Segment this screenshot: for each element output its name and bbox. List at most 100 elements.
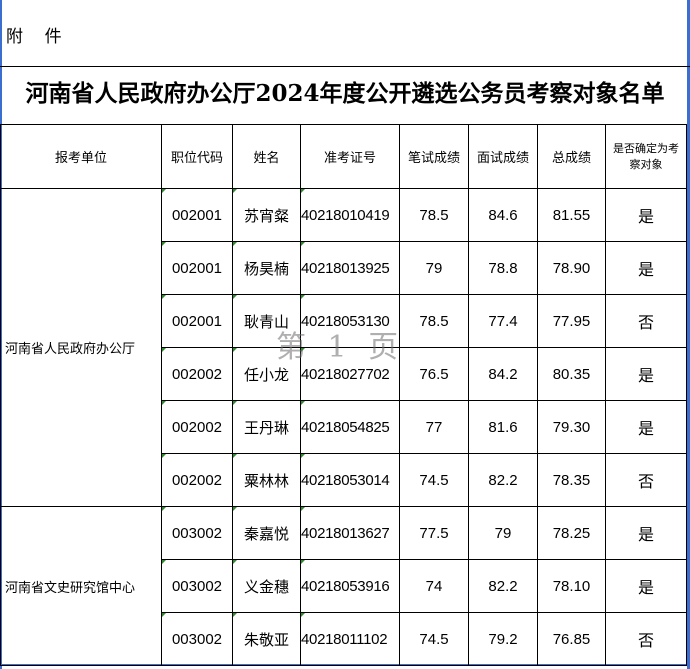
cell-selected: 是 [605, 400, 687, 454]
cell-selected: 否 [605, 453, 687, 507]
cell-name-text: 苏宵粲 [243, 206, 289, 225]
cell-ticket-text: 40218010419 [301, 206, 390, 224]
table-header-row: 报考单位 职位代码 姓名 准考证号 笔试成绩 面试成绩 总成绩 是否确定为考察对… [0, 124, 687, 189]
cell-marker-icon [301, 189, 305, 193]
cell-ticket: 40218013627 [300, 506, 400, 560]
cell-name: 朱敬亚 [232, 612, 301, 666]
cell-marker-icon [162, 295, 166, 299]
cell-marker-icon [233, 560, 237, 564]
cell-name-text: 任小龙 [243, 365, 289, 384]
cell-interview: 84.2 [468, 347, 538, 401]
cell-marker-icon [233, 507, 237, 511]
cell-position-code: 002001 [161, 188, 233, 242]
cell-interview: 82.2 [468, 559, 538, 613]
cell-total: 79.30 [537, 400, 606, 454]
cell-written: 74.5 [399, 612, 469, 666]
cell-name-text: 秦嘉悦 [243, 524, 289, 543]
cell-position-code-text: 002002 [171, 365, 223, 383]
cell-written: 74.5 [399, 453, 469, 507]
cell-position-code: 002002 [161, 453, 233, 507]
cell-marker-icon [301, 560, 305, 564]
cell-position-code: 002002 [161, 347, 233, 401]
cell-ticket-text: 40218053014 [301, 471, 390, 489]
cell-ticket: 40218013925 [300, 241, 400, 295]
cell-marker-icon [162, 189, 166, 193]
cell-position-code-text: 002001 [171, 206, 223, 224]
cell-position-code-text: 003002 [171, 630, 223, 648]
cell-name: 杨昊楠 [232, 241, 301, 295]
header-written: 笔试成绩 [399, 124, 469, 189]
cell-ticket: 40218011102 [300, 612, 400, 666]
table-row: 河南省人民政府办公厅 002001 苏宵粲 40218010419 78.5 84.6 81… [0, 188, 687, 507]
cell-ticket-text: 40218027702 [301, 365, 390, 383]
table-row: 河南省文史研究馆中心 003002 秦嘉悦 40218013627 77.5 79 78.2… [0, 506, 687, 666]
cell-marker-icon [162, 348, 166, 352]
cell-written: 79 [399, 241, 469, 295]
cell-name: 苏宵粲 [232, 188, 301, 242]
cell-total: 78.35 [537, 453, 606, 507]
cell-selected: 是 [605, 188, 687, 242]
cell-total: 78.90 [537, 241, 606, 295]
cell-selected: 是 [605, 347, 687, 401]
cell-marker-icon [301, 401, 305, 405]
header-interview: 面试成绩 [468, 124, 538, 189]
cell-position-code-text: 003002 [171, 577, 223, 595]
cell-position-code: 003002 [161, 559, 233, 613]
cell-marker-icon [162, 613, 166, 617]
cell-selected: 否 [605, 612, 687, 666]
cell-position-code-text: 002002 [171, 418, 223, 436]
cell-ticket-text: 40218011102 [301, 630, 388, 648]
cell-ticket: 40218010419 [300, 188, 400, 242]
cell-written: 78.5 [399, 294, 469, 348]
cell-marker-icon [233, 613, 237, 617]
cell-interview: 79.2 [468, 612, 538, 666]
cell-name: 王丹琳 [232, 400, 301, 454]
attachment-label: 附 件 [6, 27, 62, 47]
cell-marker-icon [301, 454, 305, 458]
cell-marker-icon [233, 401, 237, 405]
cell-position-code: 003002 [161, 506, 233, 560]
cell-marker-icon [301, 613, 305, 617]
document-title: 河南省人民政府办公厅2024年度公开遴选公务员考察对象名单 [25, 80, 665, 107]
cell-written: 77 [399, 400, 469, 454]
cell-position-code: 003002 [161, 612, 233, 666]
cell-ticket: 40218053916 [300, 559, 400, 613]
cell-selected: 否 [605, 294, 687, 348]
header-position-code: 职位代码 [161, 124, 233, 189]
cell-written: 76.5 [399, 347, 469, 401]
cell-interview: 77.4 [468, 294, 538, 348]
header-unit: 报考单位 [0, 124, 162, 189]
cell-selected: 是 [605, 506, 687, 560]
cell-marker-icon [233, 295, 237, 299]
cell-total: 80.35 [537, 347, 606, 401]
cell-interview: 81.6 [468, 400, 538, 454]
cell-ticket-text: 40218013925 [301, 259, 390, 277]
cell-written: 74 [399, 559, 469, 613]
cell-position-code-text: 002001 [171, 312, 223, 330]
cell-total: 78.10 [537, 559, 606, 613]
cell-marker-icon [301, 507, 305, 511]
cell-name: 粟林林 [232, 453, 301, 507]
cell-unit: 河南省人民政府办公厅 [0, 188, 162, 507]
cell-marker-icon [162, 454, 166, 458]
cell-position-code: 002001 [161, 294, 233, 348]
cell-marker-icon [301, 242, 305, 246]
cell-interview: 78.8 [468, 241, 538, 295]
cell-total: 77.95 [537, 294, 606, 348]
cell-marker-icon [233, 348, 237, 352]
cell-marker-icon [233, 242, 237, 246]
cell-name: 义金穗 [232, 559, 301, 613]
cell-written: 77.5 [399, 506, 469, 560]
cell-selected: 是 [605, 559, 687, 613]
cell-marker-icon [162, 507, 166, 511]
cell-name: 秦嘉悦 [232, 506, 301, 560]
cell-marker-icon [162, 242, 166, 246]
cell-written: 78.5 [399, 188, 469, 242]
cell-name-text: 王丹琳 [243, 418, 289, 437]
header-selected: 是否确定为考察对象 [605, 124, 687, 189]
header-total: 总成绩 [537, 124, 606, 189]
cell-position-code-text: 002002 [171, 471, 223, 489]
cell-marker-icon [162, 560, 166, 564]
cell-total: 76.85 [537, 612, 606, 666]
cell-marker-icon [162, 401, 166, 405]
